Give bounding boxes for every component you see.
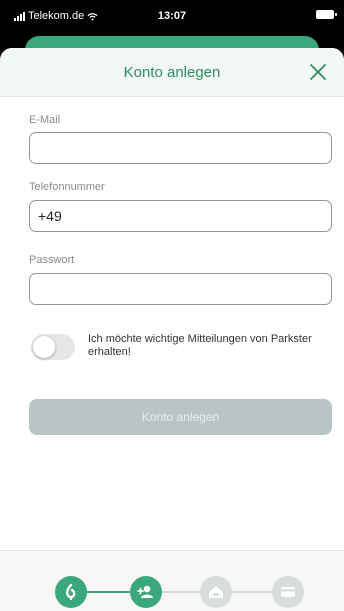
toggle-knob (33, 336, 55, 358)
sheet-title: Konto anlegen (123, 64, 221, 81)
notifications-toggle-label: Ich möchte wichtige Mitteilungen von Par… (88, 333, 312, 358)
sheet-header: Konto anlegen (0, 48, 344, 97)
step-3 (200, 576, 232, 608)
password-field[interactable] (29, 273, 332, 305)
battery-icon (316, 10, 337, 19)
email-label: E-Mail (29, 114, 61, 126)
create-account-button[interactable]: Konto anlegen (29, 399, 332, 435)
step-connector-pending (232, 591, 272, 593)
parkster-logo-icon (66, 583, 76, 601)
step-connector-pending (162, 591, 200, 593)
car-home-icon (209, 586, 223, 598)
notifications-toggle[interactable] (31, 334, 75, 360)
status-time: 13:07 (157, 10, 187, 22)
credit-card-icon (281, 587, 295, 597)
password-label: Passwort (29, 254, 75, 266)
phone-field[interactable] (29, 200, 332, 232)
status-bar: Telekom.de 13:07 (0, 0, 344, 30)
close-icon[interactable] (306, 60, 330, 84)
step-connector-done (86, 591, 130, 593)
create-account-sheet: Konto anlegen E-Mail Telefonnummer Passw… (0, 48, 344, 611)
step-1 (55, 576, 87, 608)
step-2 (130, 576, 162, 608)
progress-stepper (0, 550, 344, 611)
phone-label: Telefonnummer (29, 181, 105, 193)
email-field[interactable] (29, 132, 332, 164)
add-person-icon (137, 585, 153, 598)
step-4 (272, 576, 304, 608)
